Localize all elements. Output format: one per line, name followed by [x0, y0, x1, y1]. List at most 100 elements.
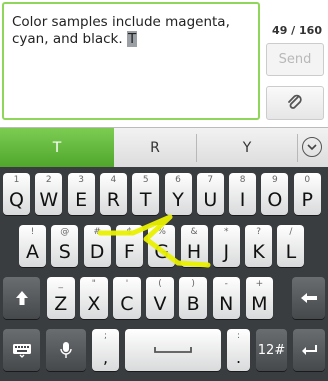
key-hint: ? — [256, 227, 261, 237]
key-p[interactable]: 0P — [293, 173, 321, 215]
key-label: P — [301, 189, 313, 211]
key-label: Q — [9, 189, 24, 211]
key-hint: 8 — [239, 175, 246, 185]
period-hint: : — [236, 331, 241, 341]
key-hint: 7 — [207, 175, 214, 185]
key-t[interactable]: 5T — [132, 173, 160, 215]
key-h[interactable]: & H — [180, 225, 208, 267]
shift-icon — [3, 277, 40, 319]
period-label: . — [235, 348, 242, 367]
key-k[interactable]: ? K — [245, 225, 273, 267]
key-hint: * — [224, 227, 229, 237]
key-i[interactable]: 8I — [229, 173, 257, 215]
key-n[interactable]: -N — [212, 277, 240, 319]
space-key[interactable] — [125, 329, 221, 371]
key-hint: ) — [191, 279, 195, 289]
key-hint: ' — [125, 279, 129, 289]
key-hint: _ — [58, 279, 64, 289]
key-label: A — [26, 241, 39, 263]
key-label: O — [267, 189, 283, 211]
key-hint: + — [255, 279, 264, 289]
key-label: H — [186, 241, 202, 263]
key-hint: ! — [30, 227, 35, 237]
key-label: L — [285, 241, 297, 263]
key-r[interactable]: 4R — [99, 173, 127, 215]
key-label: G — [154, 241, 170, 263]
chevron-down-icon[interactable] — [302, 137, 322, 157]
comma-key[interactable]: ; , — [92, 329, 119, 371]
message-body: Color samples include magenta, cyan, and… — [12, 14, 230, 47]
key-label: R — [106, 189, 120, 211]
divider — [297, 134, 298, 162]
key-hint: 1 — [13, 175, 20, 185]
key-hint: 5 — [142, 175, 149, 185]
key-hint: 0 — [304, 175, 311, 185]
key-g[interactable]: % G — [148, 225, 176, 267]
key-label: F — [123, 241, 135, 263]
paperclip-icon — [288, 94, 302, 109]
key-l[interactable]: / L — [277, 225, 305, 267]
suggestion-item[interactable]: T — [0, 128, 114, 168]
symbols-label: 12# — [257, 342, 286, 358]
key-label: Z — [54, 293, 68, 315]
space-icon — [125, 329, 221, 371]
enter-icon — [293, 329, 325, 371]
microphone-icon — [46, 329, 86, 371]
key-m[interactable]: + M — [245, 277, 274, 319]
comma-hint: ; — [103, 331, 108, 341]
message-input[interactable]: Color samples include magenta, cyan, and… — [2, 2, 260, 120]
attach-button[interactable] — [266, 86, 324, 120]
comma-label: , — [102, 348, 109, 367]
key-w[interactable]: 2W — [35, 173, 63, 215]
backspace-key[interactable] — [292, 277, 325, 319]
key-a[interactable]: ! A — [19, 225, 46, 267]
key-c[interactable]: ' C — [113, 277, 141, 319]
suggestion-item[interactable]: Y — [197, 128, 297, 168]
send-button[interactable]: Send — [266, 43, 324, 76]
key-label: X — [87, 293, 101, 315]
key-label: N — [219, 293, 234, 315]
key-hint: $ — [126, 227, 133, 237]
key-hint: - — [224, 279, 228, 289]
key-o[interactable]: 9O — [261, 173, 289, 215]
key-v[interactable]: (V — [146, 277, 174, 319]
keyboard-icon — [3, 329, 40, 371]
key-label: D — [89, 241, 105, 263]
key-hint: % — [157, 227, 166, 237]
key-y[interactable]: 6Y — [164, 173, 192, 215]
keyboard: 1Q2W3E4R5T6Y7U8I9O0P ! A @ S # D $ F% G & H * J? K / L … — [0, 167, 328, 381]
key-hint: 2 — [45, 175, 52, 185]
key-hint: @ — [60, 227, 70, 237]
suggestion-item[interactable]: R — [114, 128, 196, 168]
symbols-key[interactable]: 12# — [256, 329, 287, 371]
key-hint: 3 — [78, 175, 84, 185]
key-s[interactable]: @ S — [51, 225, 79, 267]
compose-area: Color samples include magenta, cyan, and… — [0, 0, 328, 124]
key-d[interactable]: # D — [83, 225, 111, 267]
key-label: Y — [172, 189, 184, 211]
key-label: B — [186, 293, 200, 315]
period-key[interactable]: : . — [227, 329, 250, 371]
key-hint: 4 — [110, 175, 117, 185]
key-z[interactable]: _ Z — [47, 277, 75, 319]
key-e[interactable]: 3E — [67, 173, 95, 215]
keyboard-settings-key[interactable] — [3, 329, 40, 371]
key-x[interactable]: " X — [80, 277, 108, 319]
key-u[interactable]: 7U — [196, 173, 224, 215]
key-hint: & — [190, 227, 198, 237]
key-f[interactable]: $ F — [115, 225, 143, 267]
key-q[interactable]: 1Q — [3, 173, 30, 215]
key-j[interactable]: * J — [212, 225, 240, 267]
shift-key[interactable] — [3, 277, 40, 319]
key-label: U — [203, 189, 218, 211]
key-hint: ( — [158, 279, 162, 289]
key-hint: / — [289, 227, 293, 237]
key-hint: 6 — [175, 175, 181, 185]
key-hint: " — [91, 279, 96, 289]
key-hint: # — [93, 227, 101, 237]
key-b[interactable]: ) B — [179, 277, 207, 319]
voice-input-key[interactable] — [46, 329, 86, 371]
key-label: K — [252, 241, 265, 263]
enter-key[interactable] — [293, 329, 325, 371]
key-label: C — [120, 293, 134, 315]
